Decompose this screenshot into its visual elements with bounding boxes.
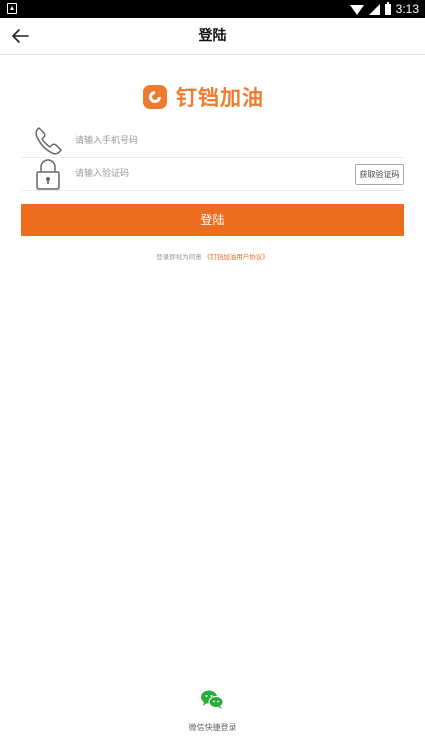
login-button[interactable]: 登陆	[21, 204, 404, 236]
signal-icon	[368, 3, 380, 15]
wechat-icon[interactable]	[198, 686, 226, 714]
login-form: 获取验证码	[21, 125, 404, 191]
status-bar: 3:13	[0, 0, 425, 18]
logo-mark-icon	[143, 85, 167, 109]
app-logo: 钉铛加油	[142, 84, 264, 110]
lock-icon	[36, 159, 60, 190]
code-row: 获取验证码	[21, 158, 404, 191]
get-code-button[interactable]: 获取验证码	[355, 164, 404, 185]
wechat-login-label: 微信快捷登录	[188, 723, 237, 732]
top-toolbar: 登陆	[0, 18, 425, 55]
logo-text: 钉铛加油	[176, 86, 264, 110]
code-input[interactable]	[75, 164, 305, 184]
phone-icon	[35, 127, 62, 155]
phone-input[interactable]	[75, 131, 305, 151]
wifi-icon	[349, 5, 364, 15]
agreement-prefix: 登录即视为同意	[156, 253, 202, 261]
agreement-link[interactable]: 《钉铛加油用户协议》	[204, 253, 269, 261]
notification-icon	[7, 3, 17, 14]
battery-icon	[384, 1, 391, 15]
phone-row	[21, 125, 404, 158]
status-indicators: 3:13	[349, 0, 419, 18]
status-time: 3:13	[395, 2, 419, 16]
agreement-text: 登录即视为同意 《钉铛加油用户协议》	[0, 251, 425, 261]
page-title: 登陆	[198, 28, 227, 44]
